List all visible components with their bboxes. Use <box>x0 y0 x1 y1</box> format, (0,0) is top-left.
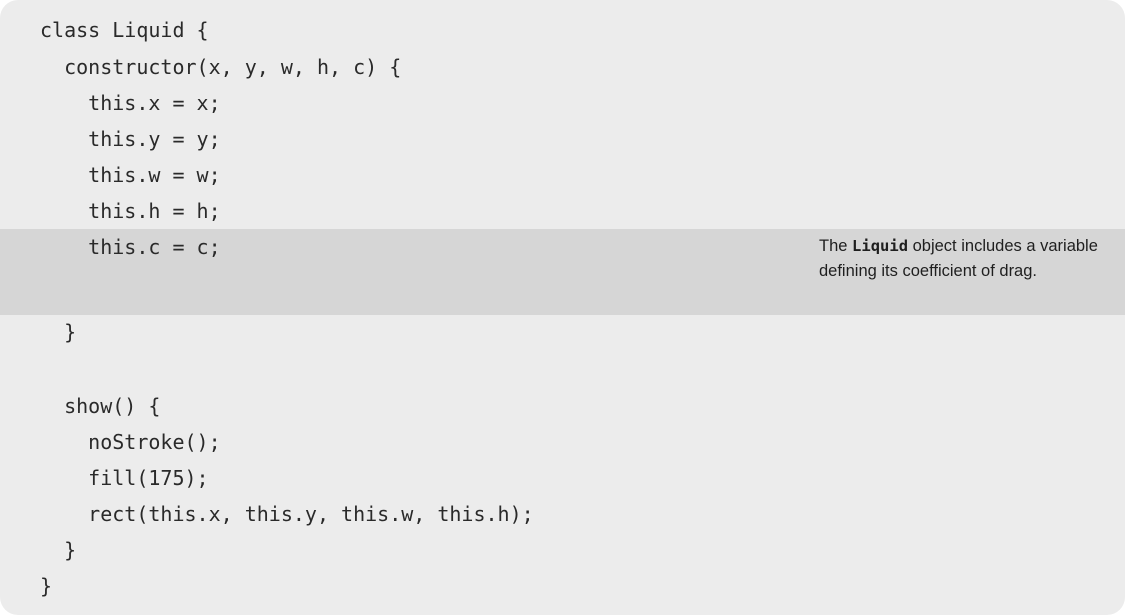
code-line-15: rect(this.x, this.y, this.w, this.h); <box>40 502 534 526</box>
code-line-14: fill(175); <box>40 466 209 490</box>
code-annotation: The Liquid object includes a variable de… <box>819 234 1099 284</box>
code-line-7: this.c = c; <box>40 235 221 259</box>
code-line-3: this.x = x; <box>40 91 221 115</box>
code-line-4: this.y = y; <box>40 127 221 151</box>
code-line-10: } <box>40 320 77 344</box>
code-listing-card: class Liquid { constructor(x, y, w, h, c… <box>0 0 1125 615</box>
code-line-17: } <box>40 574 53 598</box>
code-line-12: show() { <box>40 394 161 418</box>
code-line-5: this.w = w; <box>40 163 221 187</box>
code-line-2: constructor(x, y, w, h, c) { <box>40 55 402 79</box>
code-line-13: noStroke(); <box>40 430 221 454</box>
code-line-16: } <box>40 538 77 562</box>
annotation-prefix: The <box>819 237 853 255</box>
annotation-code-term: Liquid <box>852 237 909 255</box>
code-line-6: this.h = h; <box>40 199 221 223</box>
code-line-1: class Liquid { <box>40 18 209 42</box>
